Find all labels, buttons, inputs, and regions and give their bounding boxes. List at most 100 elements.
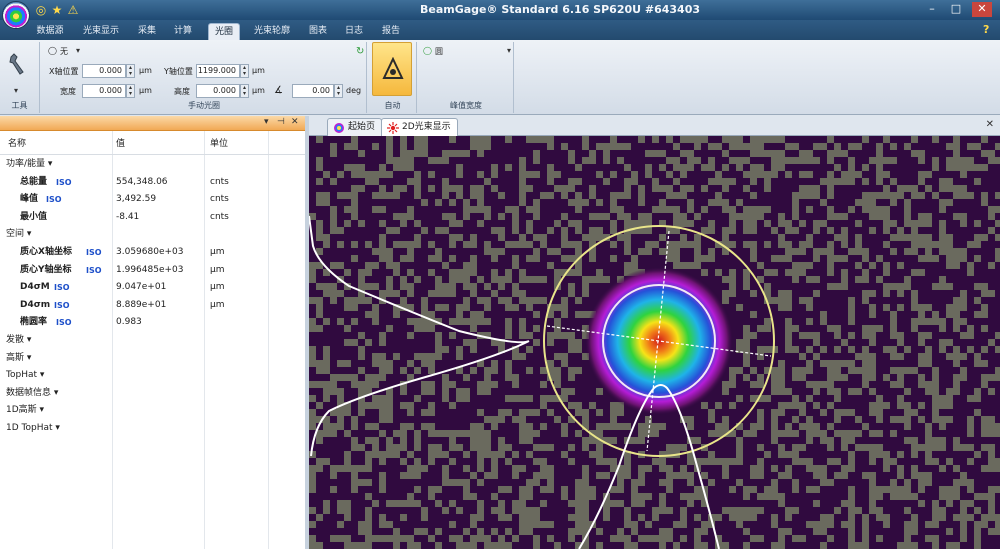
tab-capture[interactable]: 采集 [134,23,160,40]
peak-width-group: ◯ 圆 ▾ 峰值宽度 [419,42,514,113]
auto-group-label: 自动 [384,101,401,110]
iso-badge: ISO [56,177,72,187]
document-tab-strip: 起始页 2D光束显示 ✕ [309,116,1000,136]
category-label[interactable]: 空间 ▾ [6,226,31,243]
category-row[interactable]: 1D高斯 ▾ [0,402,305,419]
category-label[interactable]: TopHat ▾ [6,367,44,384]
result-name: D4σm [20,299,51,310]
iso-badge: ISO [86,265,102,275]
iso-badge: ISO [56,318,72,328]
peak-mode-icon: ◯ [423,46,432,55]
table-row[interactable]: 总能量 ISO 554,348.06 cnts [0,174,305,191]
height-input[interactable]: 0.000 [196,84,240,98]
refresh-icon[interactable]: ↻ [356,46,364,57]
result-value: 1.996485e+03 [116,264,184,275]
result-name: 总能量 [20,176,48,187]
category-label[interactable]: 1D TopHat ▾ [6,420,60,437]
category-label[interactable]: 1D高斯 ▾ [6,402,44,419]
minimize-button[interactable]: – [922,2,942,17]
table-row[interactable]: 质心Y轴坐标 ISO 1.996485e+03 µm [0,262,305,279]
y-position-stepper[interactable]: ▴ ▾ [240,64,249,78]
table-row[interactable]: 椭圆率 ISO 0.983 [0,314,305,331]
quick-access-warning-icon[interactable]: ⚠ [66,3,80,17]
iso-badge: ISO [46,195,62,205]
doc-tab-start-page[interactable]: 起始页 [327,118,383,136]
y-position-label: Y轴位置 [164,67,193,76]
category-row[interactable]: 空间 ▾ [0,226,305,243]
category-row[interactable]: 数据帧信息 ▾ [0,385,305,402]
category-row[interactable]: 1D TopHat ▾ [0,420,305,437]
tab-aperture[interactable]: 光圈 [208,23,240,40]
maximize-button[interactable]: □ [946,2,966,17]
x-position-stepper[interactable]: ▴ ▾ [126,64,135,78]
result-unit: µm [210,264,225,275]
beam-display-canvas[interactable] [309,136,1000,549]
tab-compute[interactable]: 计算 [170,23,196,40]
category-row[interactable]: 发散 ▾ [0,332,305,349]
x-position-input[interactable]: 0.000 [82,64,126,78]
wrench-icon[interactable] [8,52,28,76]
category-label[interactable]: 发散 ▾ [6,332,31,349]
aperture-type-select[interactable]: 无 [60,46,68,57]
tab-log[interactable]: 日志 [341,23,367,40]
result-value: 0.983 [116,317,142,328]
category-row[interactable]: 高斯 ▾ [0,350,305,367]
app-menu-orb-icon[interactable] [2,1,30,29]
peak-mode-dropdown-icon[interactable]: ▾ [507,46,511,55]
category-label[interactable]: 功率/能量 ▾ [6,156,52,173]
iso-badge: ISO [86,248,102,257]
result-name: 峰值 [20,194,39,205]
peak-width-group-label: 峰值宽度 [450,101,482,110]
column-header-value[interactable]: 值 [116,136,125,149]
result-name: 质心X轴坐标 [20,247,72,257]
tab-beam-profile[interactable]: 光束轮廓 [248,23,296,40]
help-icon[interactable]: ? [983,23,995,37]
result-name: 最小值 [20,211,48,222]
quick-access-star-icon[interactable]: ★ [50,3,64,17]
peak-mode-select[interactable]: 圆 [435,46,443,57]
table-row[interactable]: 峰值 ISO 3,492.59 cnts [0,191,305,208]
window-title: BeamGage® Standard 6.16 SP620U #643403 [420,3,701,16]
results-panel: ▾ ⊣ ✕ 名称 值 单位 功率/能量 ▾ 总能量 ISO 554,348.06 cnt… [0,116,305,549]
tools-dropdown-icon[interactable]: ▾ [14,86,18,95]
beam-display-icon [387,122,399,134]
close-panel-icon[interactable]: ✕ [291,117,299,127]
tab-data-source[interactable]: 数据源 [32,23,68,40]
category-row[interactable]: TopHat ▾ [0,367,305,384]
close-document-icon[interactable]: ✕ [986,119,994,130]
tab-charts[interactable]: 图表 [305,23,331,40]
result-unit: µm [210,299,225,310]
y-position-input[interactable]: 1199.000 [196,64,240,78]
tab-report[interactable]: 报告 [378,23,404,40]
category-label[interactable]: 高斯 ▾ [6,350,31,367]
angle-input[interactable]: 0.00 [292,84,334,98]
column-header-name[interactable]: 名称 [8,136,26,149]
manual-aperture-group-label: 手动光圈 [188,101,220,110]
aperture-type-icon: ◯ [48,46,57,55]
width-input[interactable]: 0.000 [82,84,126,98]
category-label[interactable]: 数据帧信息 ▾ [6,385,58,402]
doc-tab-2d-beam-display[interactable]: 2D光束显示 [381,118,458,136]
manual-aperture-group: ◯ 无 ▾ X轴位置 0.000 ▴ ▾ µm Y轴位置 1199.000 ▴ ▾ … [42,42,367,113]
beam-image[interactable] [309,136,1000,549]
ribbon: ▾ 工具 ◯ 无 ▾ X轴位置 0.000 ▴ ▾ µm Y轴位置 1199.00… [0,40,1000,115]
column-header-unit[interactable]: 单位 [210,136,228,149]
width-stepper[interactable]: ▴ ▾ [126,84,135,98]
category-row[interactable]: 功率/能量 ▾ [0,156,305,173]
table-row[interactable]: 质心X轴坐标 ISO 3.059680e+03 µm [0,244,305,261]
angle-icon: ∡ [274,85,283,96]
tab-beam-display[interactable]: 光束显示 [77,23,125,40]
close-window-button[interactable]: ✕ [972,2,992,17]
quick-access-save-icon[interactable]: ◎ [34,3,48,17]
angle-stepper[interactable]: ▴ ▾ [334,84,343,98]
aperture-type-dropdown-icon[interactable]: ▾ [76,46,80,55]
table-row[interactable]: D4σm ISO 8.889e+01 µm [0,297,305,314]
height-stepper[interactable]: ▴ ▾ [240,84,249,98]
table-row[interactable]: D4σM ISO 9.047e+01 µm [0,279,305,296]
iso-badge: ISO [54,283,70,293]
table-row[interactable]: 最小值 -8.41 cnts [0,209,305,226]
auto-aperture-button[interactable] [372,42,412,96]
pin-icon[interactable]: ⊣ [277,117,285,127]
result-name: 质心Y轴坐标 [20,264,72,275]
panel-menu-icon[interactable]: ▾ [264,117,269,127]
